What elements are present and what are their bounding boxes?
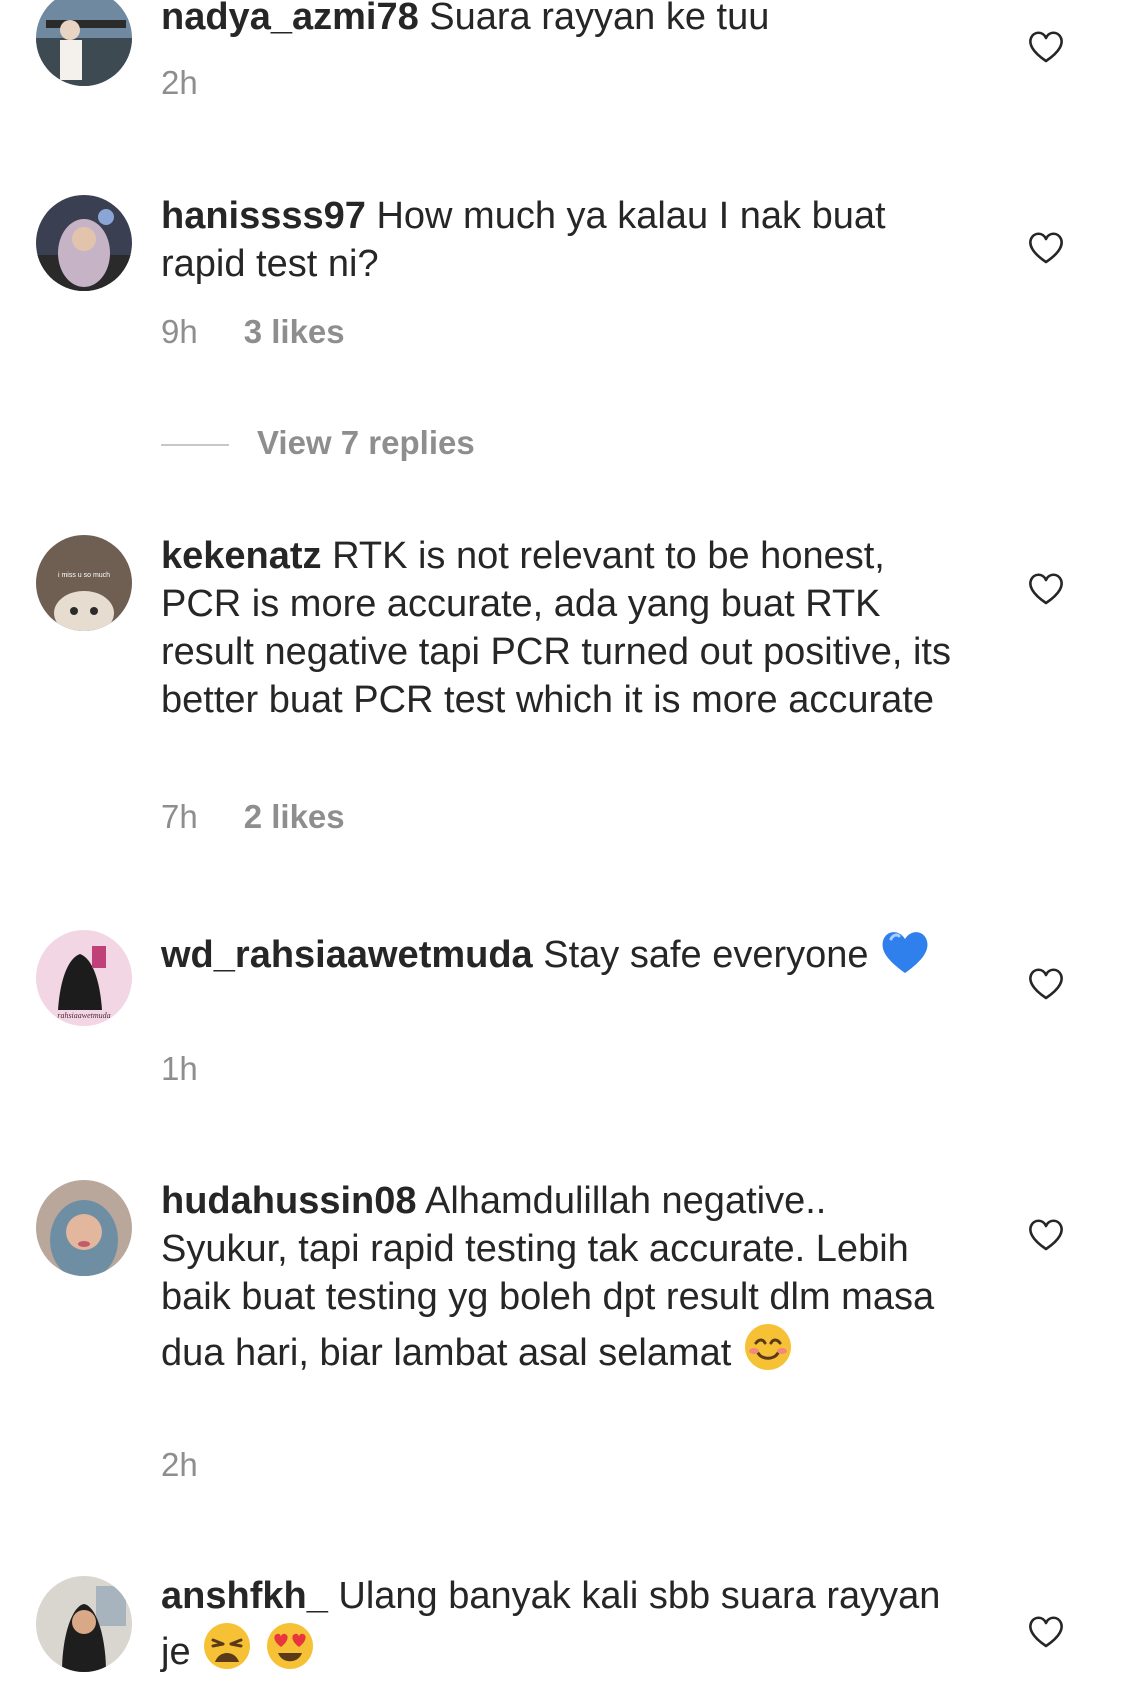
smiling-face-emoji <box>742 1321 794 1385</box>
comment-time: 2h <box>161 64 198 101</box>
avatar[interactable] <box>36 1180 132 1276</box>
comment-time: 2h <box>161 1446 198 1483</box>
avatar-caption: i miss u so much <box>58 572 110 579</box>
avatar-caption: rahsiaawetmuda <box>57 1011 110 1020</box>
heart-outline-icon[interactable] <box>1027 1218 1065 1252</box>
comment-text: hanissss97 How much ya kalau I nak buat … <box>161 192 961 288</box>
comment-text: kekenatz RTK is not relevant to be hones… <box>161 532 961 724</box>
comment-username[interactable]: kekenatz <box>161 535 322 577</box>
view-replies-button[interactable]: View 7 replies <box>161 423 475 463</box>
comment-username[interactable]: nadya_azmi78 <box>161 0 419 38</box>
comment-meta: 7h 2 likes <box>161 797 345 837</box>
comment-body: Stay safe everyone <box>543 934 869 976</box>
comment-likes[interactable]: 3 likes <box>244 313 345 350</box>
comment-username[interactable]: hudahussin08 <box>161 1180 417 1222</box>
comment-meta: 2h <box>161 1445 198 1485</box>
comment-meta: 2h <box>161 63 198 103</box>
comment-meta: 9h 3 likes <box>161 312 345 352</box>
heart-eyes-emoji <box>264 1620 316 1684</box>
heart-outline-icon[interactable] <box>1027 572 1065 606</box>
comment-username[interactable]: wd_rahsiaawetmuda <box>161 934 533 976</box>
comment-body: Suara rayyan ke tuu <box>429 0 770 38</box>
view-replies-label[interactable]: View 7 replies <box>257 424 475 461</box>
avatar[interactable] <box>36 195 132 291</box>
comment-meta: 1h <box>161 1049 198 1089</box>
comment-text: nadya_azmi78 Suara rayyan ke tuu <box>161 0 961 41</box>
weary-face-emoji <box>201 1620 253 1684</box>
avatar[interactable]: i miss u so much <box>36 535 132 631</box>
heart-outline-icon[interactable] <box>1027 967 1065 1001</box>
heart-outline-icon[interactable] <box>1027 1615 1065 1649</box>
replies-divider <box>161 444 229 447</box>
comment-text: anshfkh_ Ulang banyak kali sbb suara ray… <box>161 1572 961 1684</box>
comment-text: hudahussin08 Alhamdulillah negative.. Sy… <box>161 1177 961 1385</box>
avatar[interactable] <box>36 1576 132 1672</box>
comment-time: 1h <box>161 1050 198 1087</box>
heart-outline-icon[interactable] <box>1027 30 1065 64</box>
avatar[interactable]: rahsiaawetmuda <box>36 930 132 1026</box>
blue-heart-emoji <box>879 927 931 987</box>
comment-username[interactable]: anshfkh_ <box>161 1575 328 1617</box>
comment-time: 9h <box>161 313 198 350</box>
comment-username[interactable]: hanissss97 <box>161 195 366 237</box>
avatar[interactable] <box>36 0 132 86</box>
comment-text: wd_rahsiaawetmuda Stay safe everyone <box>161 927 961 987</box>
comment-likes[interactable]: 2 likes <box>244 798 345 835</box>
comment-time: 7h <box>161 798 198 835</box>
heart-outline-icon[interactable] <box>1027 231 1065 265</box>
